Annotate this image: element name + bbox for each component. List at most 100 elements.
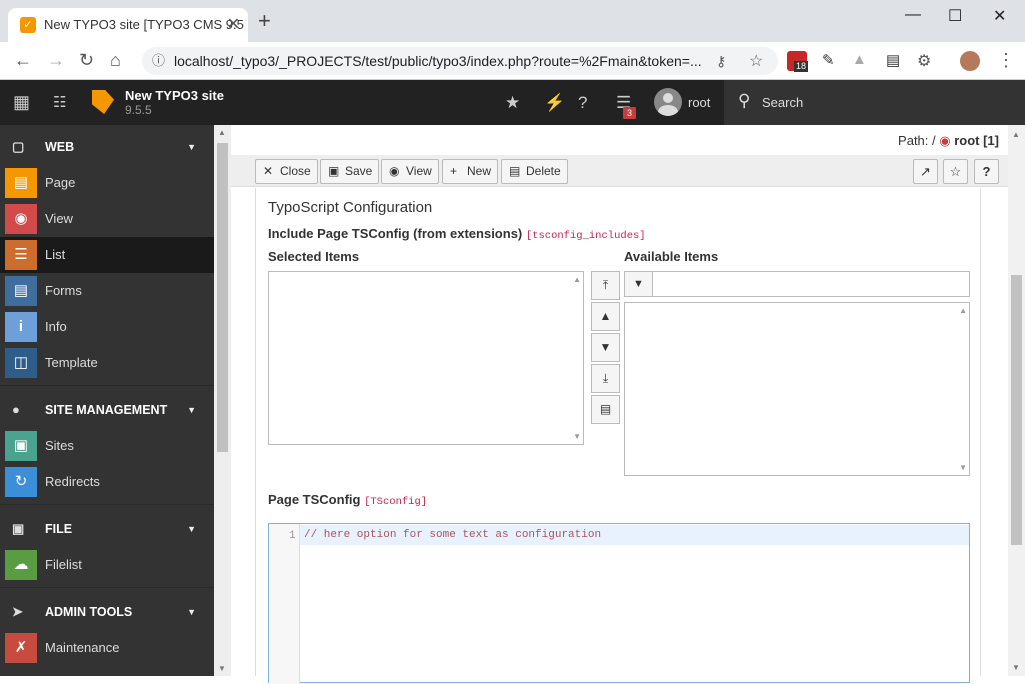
notification-badge: 3 xyxy=(623,107,637,119)
page-tree-toggle-icon[interactable]: ☷ xyxy=(53,93,66,111)
module-forms[interactable]: ▤ Forms xyxy=(0,273,214,309)
move-top-button[interactable]: ⤒ xyxy=(591,271,620,300)
bookmark-star-icon[interactable]: ☆ xyxy=(943,159,968,184)
bookmarks-star-icon[interactable]: ★ xyxy=(505,93,520,113)
bookmark-star-icon[interactable]: ☆ xyxy=(749,51,763,71)
module-menu-toggle-icon[interactable]: ▦ xyxy=(13,92,30,113)
save-icon: ▣ xyxy=(328,164,340,178)
scroll-down-icon[interactable]: ▼ xyxy=(1012,663,1020,672)
search-label: Search xyxy=(762,95,804,110)
tab-close-icon[interactable]: ✕ xyxy=(227,8,240,42)
caret-down-icon: ▼ xyxy=(187,524,196,534)
close-icon: ✕ xyxy=(263,164,274,178)
extension-doc-icon[interactable]: ▤ xyxy=(886,51,906,71)
flush-cache-bolt-icon[interactable]: ⚡ xyxy=(544,93,565,113)
eye-icon: ◉ xyxy=(5,204,37,234)
window-close-icon[interactable]: ✕ xyxy=(993,6,1006,26)
plus-icon: + xyxy=(450,164,458,178)
minimize-icon[interactable]: — xyxy=(905,6,921,24)
scroll-up-icon[interactable]: ▲ xyxy=(218,128,226,137)
module-sidebar: ▢ WEB ▼ ▤ Page ◉ View ☰ List ▤ Forms i I… xyxy=(0,125,214,676)
username[interactable]: root xyxy=(688,95,710,110)
site-info-icon[interactable]: ⓘ xyxy=(152,47,165,75)
back-icon[interactable]: ← xyxy=(14,50,32,71)
group-site-management[interactable]: ● SITE MANAGEMENT ▼ xyxy=(0,392,214,428)
remove-item-button[interactable]: ▤ xyxy=(591,395,620,424)
user-avatar[interactable] xyxy=(654,88,682,116)
breadcrumb: Path: / ◉ root [1] xyxy=(898,133,999,148)
profile-avatar[interactable] xyxy=(960,51,980,71)
home-icon[interactable]: ⌂ xyxy=(110,50,121,71)
group-file[interactable]: ▣ FILE ▼ xyxy=(0,511,214,547)
new-button[interactable]: + New xyxy=(442,159,499,184)
scroll-down-icon[interactable]: ▼ xyxy=(573,432,581,441)
delete-button[interactable]: ▤ Delete xyxy=(501,159,568,184)
search-area[interactable]: ⚲ Search xyxy=(724,80,1025,125)
available-items-list[interactable]: ▲ ▼ xyxy=(624,302,970,476)
document-icon: ▢ xyxy=(12,139,25,154)
reload-icon[interactable]: ↻ xyxy=(79,50,94,71)
module-filelist[interactable]: ☁ Filelist xyxy=(0,547,214,583)
module-maintenance[interactable]: ✗ Maintenance xyxy=(0,630,214,666)
content-scroll-thumb[interactable] xyxy=(1011,275,1022,545)
code-line[interactable]: // here option for some text as configur… xyxy=(300,525,969,545)
trash-icon: ▤ xyxy=(509,164,521,178)
move-down-button[interactable]: ▼ xyxy=(591,333,620,362)
address-bar[interactable]: ⓘ localhost/_typo3/_PROJECTS/test/public… xyxy=(142,47,778,75)
available-items-filter[interactable]: ▼ xyxy=(624,271,970,297)
scroll-down-icon[interactable]: ▼ xyxy=(959,463,967,472)
maximize-icon[interactable]: ☐ xyxy=(948,6,962,26)
module-template[interactable]: ◫ Template xyxy=(0,345,214,381)
extension-gear-icon[interactable]: ⚙ xyxy=(917,51,937,71)
eye-icon: ◉ xyxy=(389,164,400,178)
globe-icon: ● xyxy=(12,402,20,417)
forms-icon: ▤ xyxy=(5,276,37,306)
scroll-down-icon[interactable]: ▼ xyxy=(218,664,226,673)
view-button[interactable]: ◉ View xyxy=(381,159,439,184)
new-tab-icon[interactable]: + xyxy=(258,10,271,32)
browser-tab[interactable]: ✓ New TYPO3 site [TYPO3 CMS 9.5 ✕ xyxy=(8,8,248,42)
module-redirects[interactable]: ↻ Redirects xyxy=(0,464,214,500)
url-text: localhost/_typo3/_PROJECTS/test/public/t… xyxy=(174,53,702,69)
form-panel: TypoScript Configuration Include Page TS… xyxy=(255,188,981,684)
save-button[interactable]: ▣ Save xyxy=(320,159,380,184)
extension-calendar-icon[interactable]: 18 xyxy=(787,51,809,72)
divider xyxy=(0,587,214,588)
scroll-up-icon[interactable]: ▲ xyxy=(1012,130,1020,139)
forward-icon[interactable]: → xyxy=(47,50,65,71)
key-icon[interactable]: ⚷ xyxy=(716,53,726,70)
help-icon[interactable]: ? xyxy=(974,159,999,184)
browser-toolbar: ← → ↻ ⌂ ⓘ localhost/_typo3/_PROJECTS/tes… xyxy=(0,42,1025,80)
tsconfig-code-editor[interactable]: 1 // here option for some text as config… xyxy=(268,523,970,684)
module-sites[interactable]: ▣ Sites xyxy=(0,428,214,464)
group-admin-tools[interactable]: ➤ ADMIN TOOLS ▼ xyxy=(0,594,214,630)
module-list[interactable]: ☰ List xyxy=(0,237,214,273)
typo3-logo[interactable] xyxy=(92,90,114,114)
eyedropper-icon[interactable]: ✎ xyxy=(822,51,842,71)
module-view[interactable]: ◉ View xyxy=(0,201,214,237)
module-info[interactable]: i Info xyxy=(0,309,214,345)
divider xyxy=(0,504,214,505)
typo3-topbar: ▦ ☷ New TYPO3 site 9.5.5 ★ ⚡ ? ☰ 3 root … xyxy=(0,80,1025,125)
selected-items-list[interactable]: ▲ ▼ xyxy=(268,271,584,445)
scroll-up-icon[interactable]: ▲ xyxy=(573,275,581,284)
divider xyxy=(0,385,214,386)
sidebar-scroll-thumb[interactable] xyxy=(217,143,228,452)
close-button[interactable]: ✕ Close xyxy=(255,159,318,184)
section-title: TypoScript Configuration xyxy=(268,199,433,216)
redirect-icon: ↻ xyxy=(5,467,37,497)
site-name: New TYPO3 site xyxy=(125,88,224,103)
path-value[interactable]: root [1] xyxy=(954,133,999,148)
group-web[interactable]: ▢ WEB ▼ xyxy=(0,129,214,165)
scroll-up-icon[interactable]: ▲ xyxy=(959,306,967,315)
move-bottom-button[interactable]: ⤓ xyxy=(591,364,620,393)
module-page[interactable]: ▤ Page xyxy=(0,165,214,201)
list-icon: ☰ xyxy=(5,240,37,270)
open-new-window-icon[interactable]: ↗ xyxy=(913,159,938,184)
cloud-icon: ☁ xyxy=(5,550,37,580)
move-up-button[interactable]: ▲ xyxy=(591,302,620,331)
drive-icon[interactable]: ▲ xyxy=(852,51,872,71)
browser-menu-icon[interactable]: ⋮ xyxy=(997,50,1015,71)
line-number: 1 xyxy=(289,530,296,542)
help-icon[interactable]: ? xyxy=(578,93,587,113)
